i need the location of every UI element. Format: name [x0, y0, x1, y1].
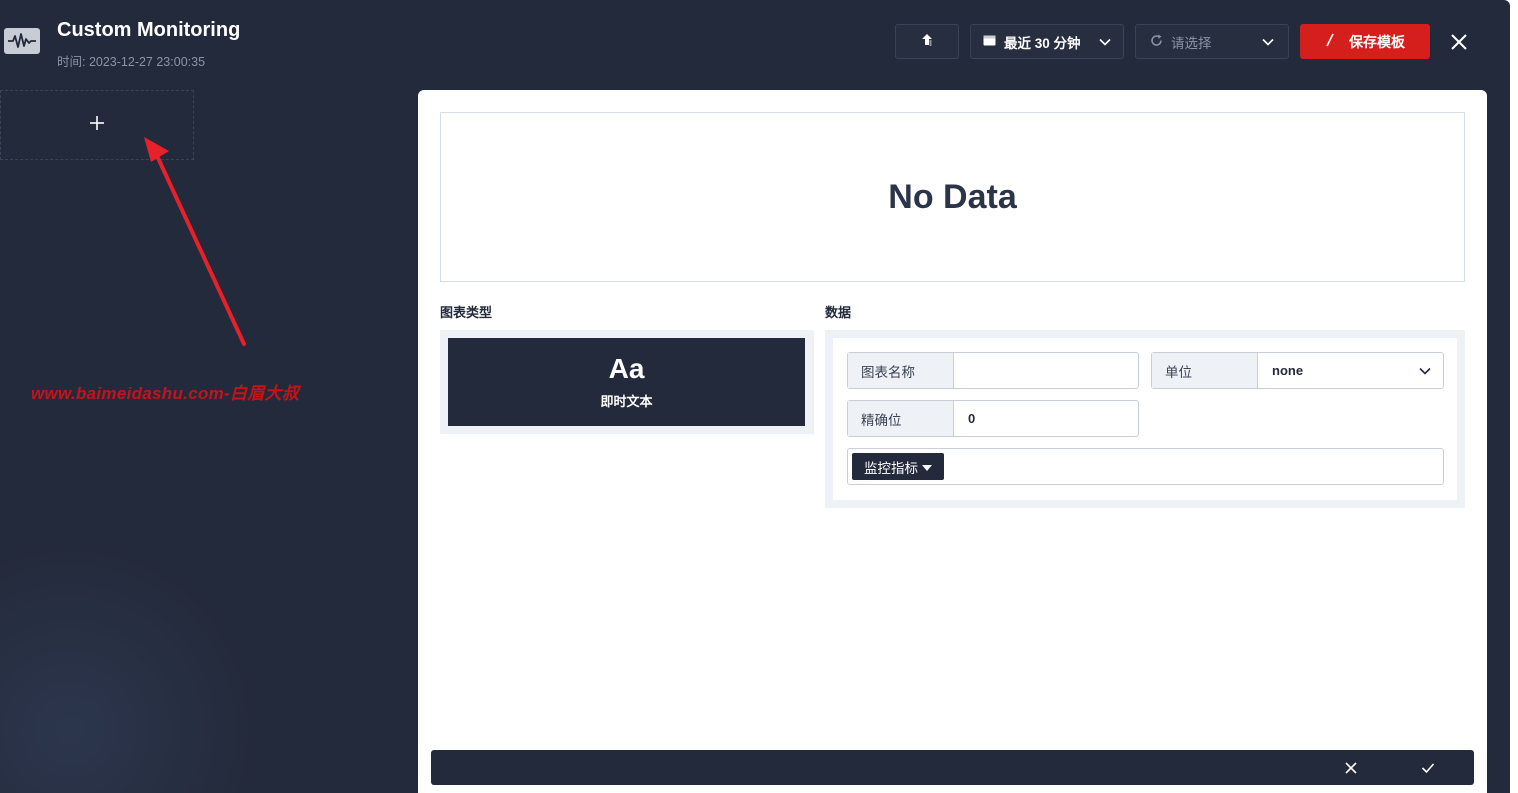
time-range-select[interactable]: 最近 30 分钟	[970, 24, 1124, 59]
unit-field: 单位 none	[1151, 352, 1444, 389]
chart-type-label: 即时文本	[600, 393, 653, 409]
upload-icon	[921, 33, 933, 50]
close-icon[interactable]	[1446, 29, 1472, 55]
precision-field: 精确位 0	[847, 400, 1139, 437]
save-template-button[interactable]: 保存模板	[1300, 24, 1430, 59]
plus-icon	[89, 115, 105, 136]
app-window: Custom Monitoring 时间: 2023-12-27 23:00:3…	[0, 0, 1510, 793]
text-type-icon: Aa	[608, 352, 645, 384]
app-title: Custom Monitoring	[57, 19, 241, 41]
chart-type-heading: 图表类型	[440, 305, 493, 320]
pen-icon	[1325, 33, 1335, 50]
time-range-value: 最近 30 分钟	[1004, 35, 1081, 51]
add-chart-tile[interactable]	[0, 90, 194, 160]
chart-editor-panel: No Data 图表类型 数据 Aa 即时文本 图表名称 单位 none 精确位…	[418, 90, 1487, 793]
chevron-down-icon	[1099, 34, 1111, 49]
watermark: www.baimeidashu.com-白眉大叔	[31, 384, 300, 403]
chart-name-label: 图表名称	[848, 353, 954, 388]
refresh-interval-select[interactable]: 请选择	[1135, 24, 1289, 59]
caret-down-icon	[922, 459, 932, 474]
chart-type-list: Aa 即时文本	[440, 330, 814, 434]
refresh-icon	[1150, 34, 1163, 50]
refresh-placeholder: 请选择	[1171, 35, 1212, 51]
chart-name-input[interactable]	[954, 353, 1138, 388]
monitoring-logo-icon	[4, 28, 40, 54]
precision-input[interactable]: 0	[954, 401, 1138, 436]
unit-select[interactable]: none	[1258, 353, 1443, 388]
chart-preview: No Data	[440, 112, 1465, 282]
timestamp: 时间: 2023-12-27 23:00:35	[57, 55, 206, 69]
panel-footer-bar	[431, 750, 1474, 785]
chevron-down-icon	[1419, 363, 1431, 378]
metric-field: 监控指标	[847, 448, 1444, 485]
chart-type-instant-text[interactable]: Aa 即时文本	[448, 338, 805, 426]
unit-value: none	[1272, 363, 1304, 378]
unit-label: 单位	[1152, 353, 1258, 388]
metric-dropdown-button[interactable]: 监控指标	[852, 453, 944, 480]
save-template-label: 保存模板	[1349, 33, 1405, 50]
precision-label: 精确位	[848, 401, 954, 436]
no-data-message: No Data	[888, 177, 1017, 216]
confirm-check-icon[interactable]	[1416, 756, 1440, 780]
data-settings: 图表名称 单位 none 精确位 0 监控指标	[825, 330, 1465, 508]
chevron-down-icon	[1262, 34, 1274, 49]
cancel-icon[interactable]	[1339, 756, 1363, 780]
data-heading: 数据	[825, 305, 852, 320]
calendar-icon	[983, 34, 996, 49]
metric-button-label: 监控指标	[864, 460, 918, 476]
upload-button[interactable]	[895, 24, 959, 59]
chart-name-field: 图表名称	[847, 352, 1139, 389]
